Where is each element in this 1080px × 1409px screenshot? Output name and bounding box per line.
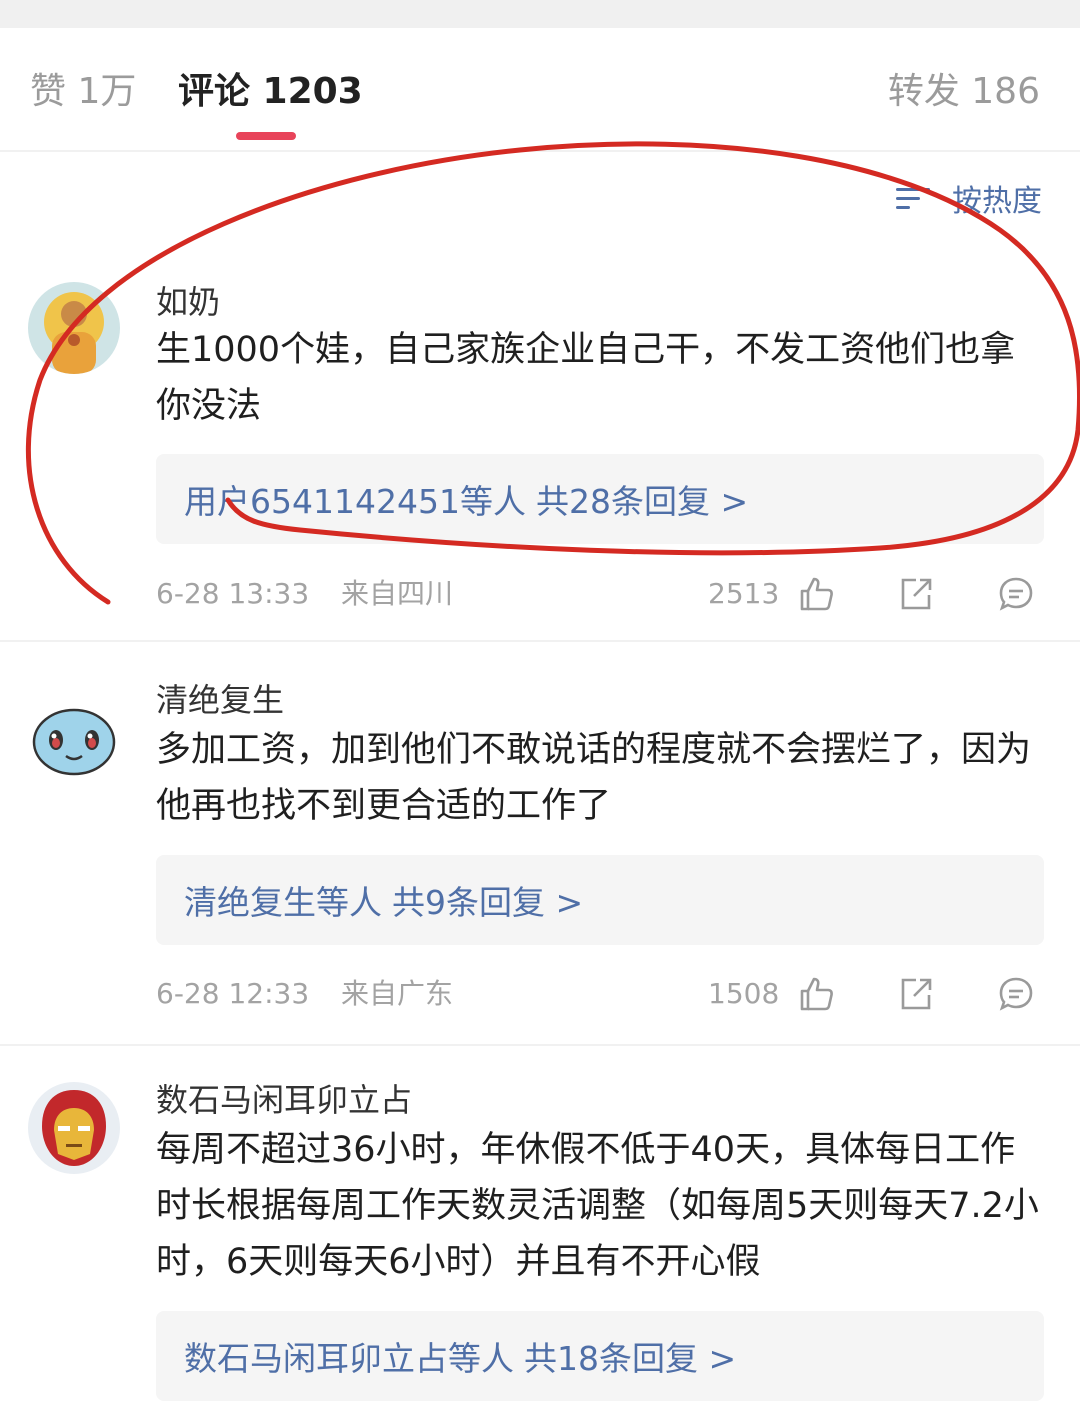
comment-location: 来自广东 — [341, 977, 454, 1010]
username[interactable]: 清绝复生 — [156, 680, 284, 720]
tab-reposts[interactable]: 转发 186 — [888, 72, 1040, 112]
share-icon[interactable] — [896, 574, 936, 614]
username[interactable]: 数石马闲耳卯立占 — [156, 1080, 412, 1120]
comment-icon[interactable] — [996, 974, 1036, 1014]
comment-text: 生1000个娃，自己家族企业自己干，不发工资他们也拿你没法 — [156, 330, 1016, 426]
tab-comments[interactable]: 评论 1203 — [178, 72, 363, 112]
sort-icon — [896, 186, 930, 210]
replies-summary[interactable]: 用户6541142451等人 共28条回复 > — [156, 454, 1044, 544]
divider — [0, 1044, 1080, 1046]
username[interactable]: 如奶 — [156, 282, 220, 322]
share-icon[interactable] — [896, 974, 936, 1014]
replies-count: 共9条回复 > — [392, 883, 584, 922]
replies-count: 共28条回复 > — [535, 482, 749, 521]
comment-location: 来自四川 — [341, 577, 454, 610]
comment-meta: 6-28 13:33 来自四川 2513 — [156, 574, 1044, 614]
divider — [0, 640, 1080, 642]
avatar[interactable] — [28, 282, 120, 374]
replies-summary[interactable]: 清绝复生等人 共9条回复 > — [156, 855, 1044, 945]
active-tab-indicator — [236, 132, 296, 140]
comment-text: 每周不超过36小时，年休假不低于40天，具体每日工作时长根据每周工作天数灵活调整… — [156, 1130, 1039, 1282]
comment-time: 6-28 12:33 — [156, 977, 310, 1010]
replies-who: 用户6541142451等人 — [184, 482, 526, 521]
replies-summary[interactable]: 数石马闲耳卯立占等人 共18条回复 > — [156, 1311, 1044, 1401]
comment-time: 6-28 13:33 — [156, 577, 310, 610]
replies-who: 数石马闲耳卯立占等人 — [184, 1339, 514, 1378]
tab-likes[interactable]: 赞 1万 — [30, 72, 136, 112]
avatar[interactable] — [28, 1082, 120, 1174]
comment-icon[interactable] — [996, 574, 1036, 614]
tab-bar: 赞 1万 评论 1203 转发 186 — [0, 28, 1080, 152]
like-count: 2513 — [708, 577, 780, 610]
replies-who: 清绝复生等人 — [184, 883, 382, 922]
status-strip — [0, 0, 1080, 28]
sort-by-hot-button[interactable]: 按热度 — [896, 178, 1042, 219]
thumbs-up-icon[interactable] — [796, 574, 836, 614]
thumbs-up-icon[interactable] — [796, 974, 836, 1014]
comment-text: 多加工资，加到他们不敢说话的程度就不会摆烂了，因为他再也找不到更合适的工作了 — [156, 730, 1032, 826]
like-count: 1508 — [708, 977, 780, 1010]
sort-label: 按热度 — [952, 184, 1042, 219]
comment-meta: 6-28 12:33 来自广东 1508 — [156, 974, 1044, 1014]
avatar[interactable] — [28, 694, 120, 786]
replies-count: 共18条回复 > — [524, 1339, 737, 1378]
